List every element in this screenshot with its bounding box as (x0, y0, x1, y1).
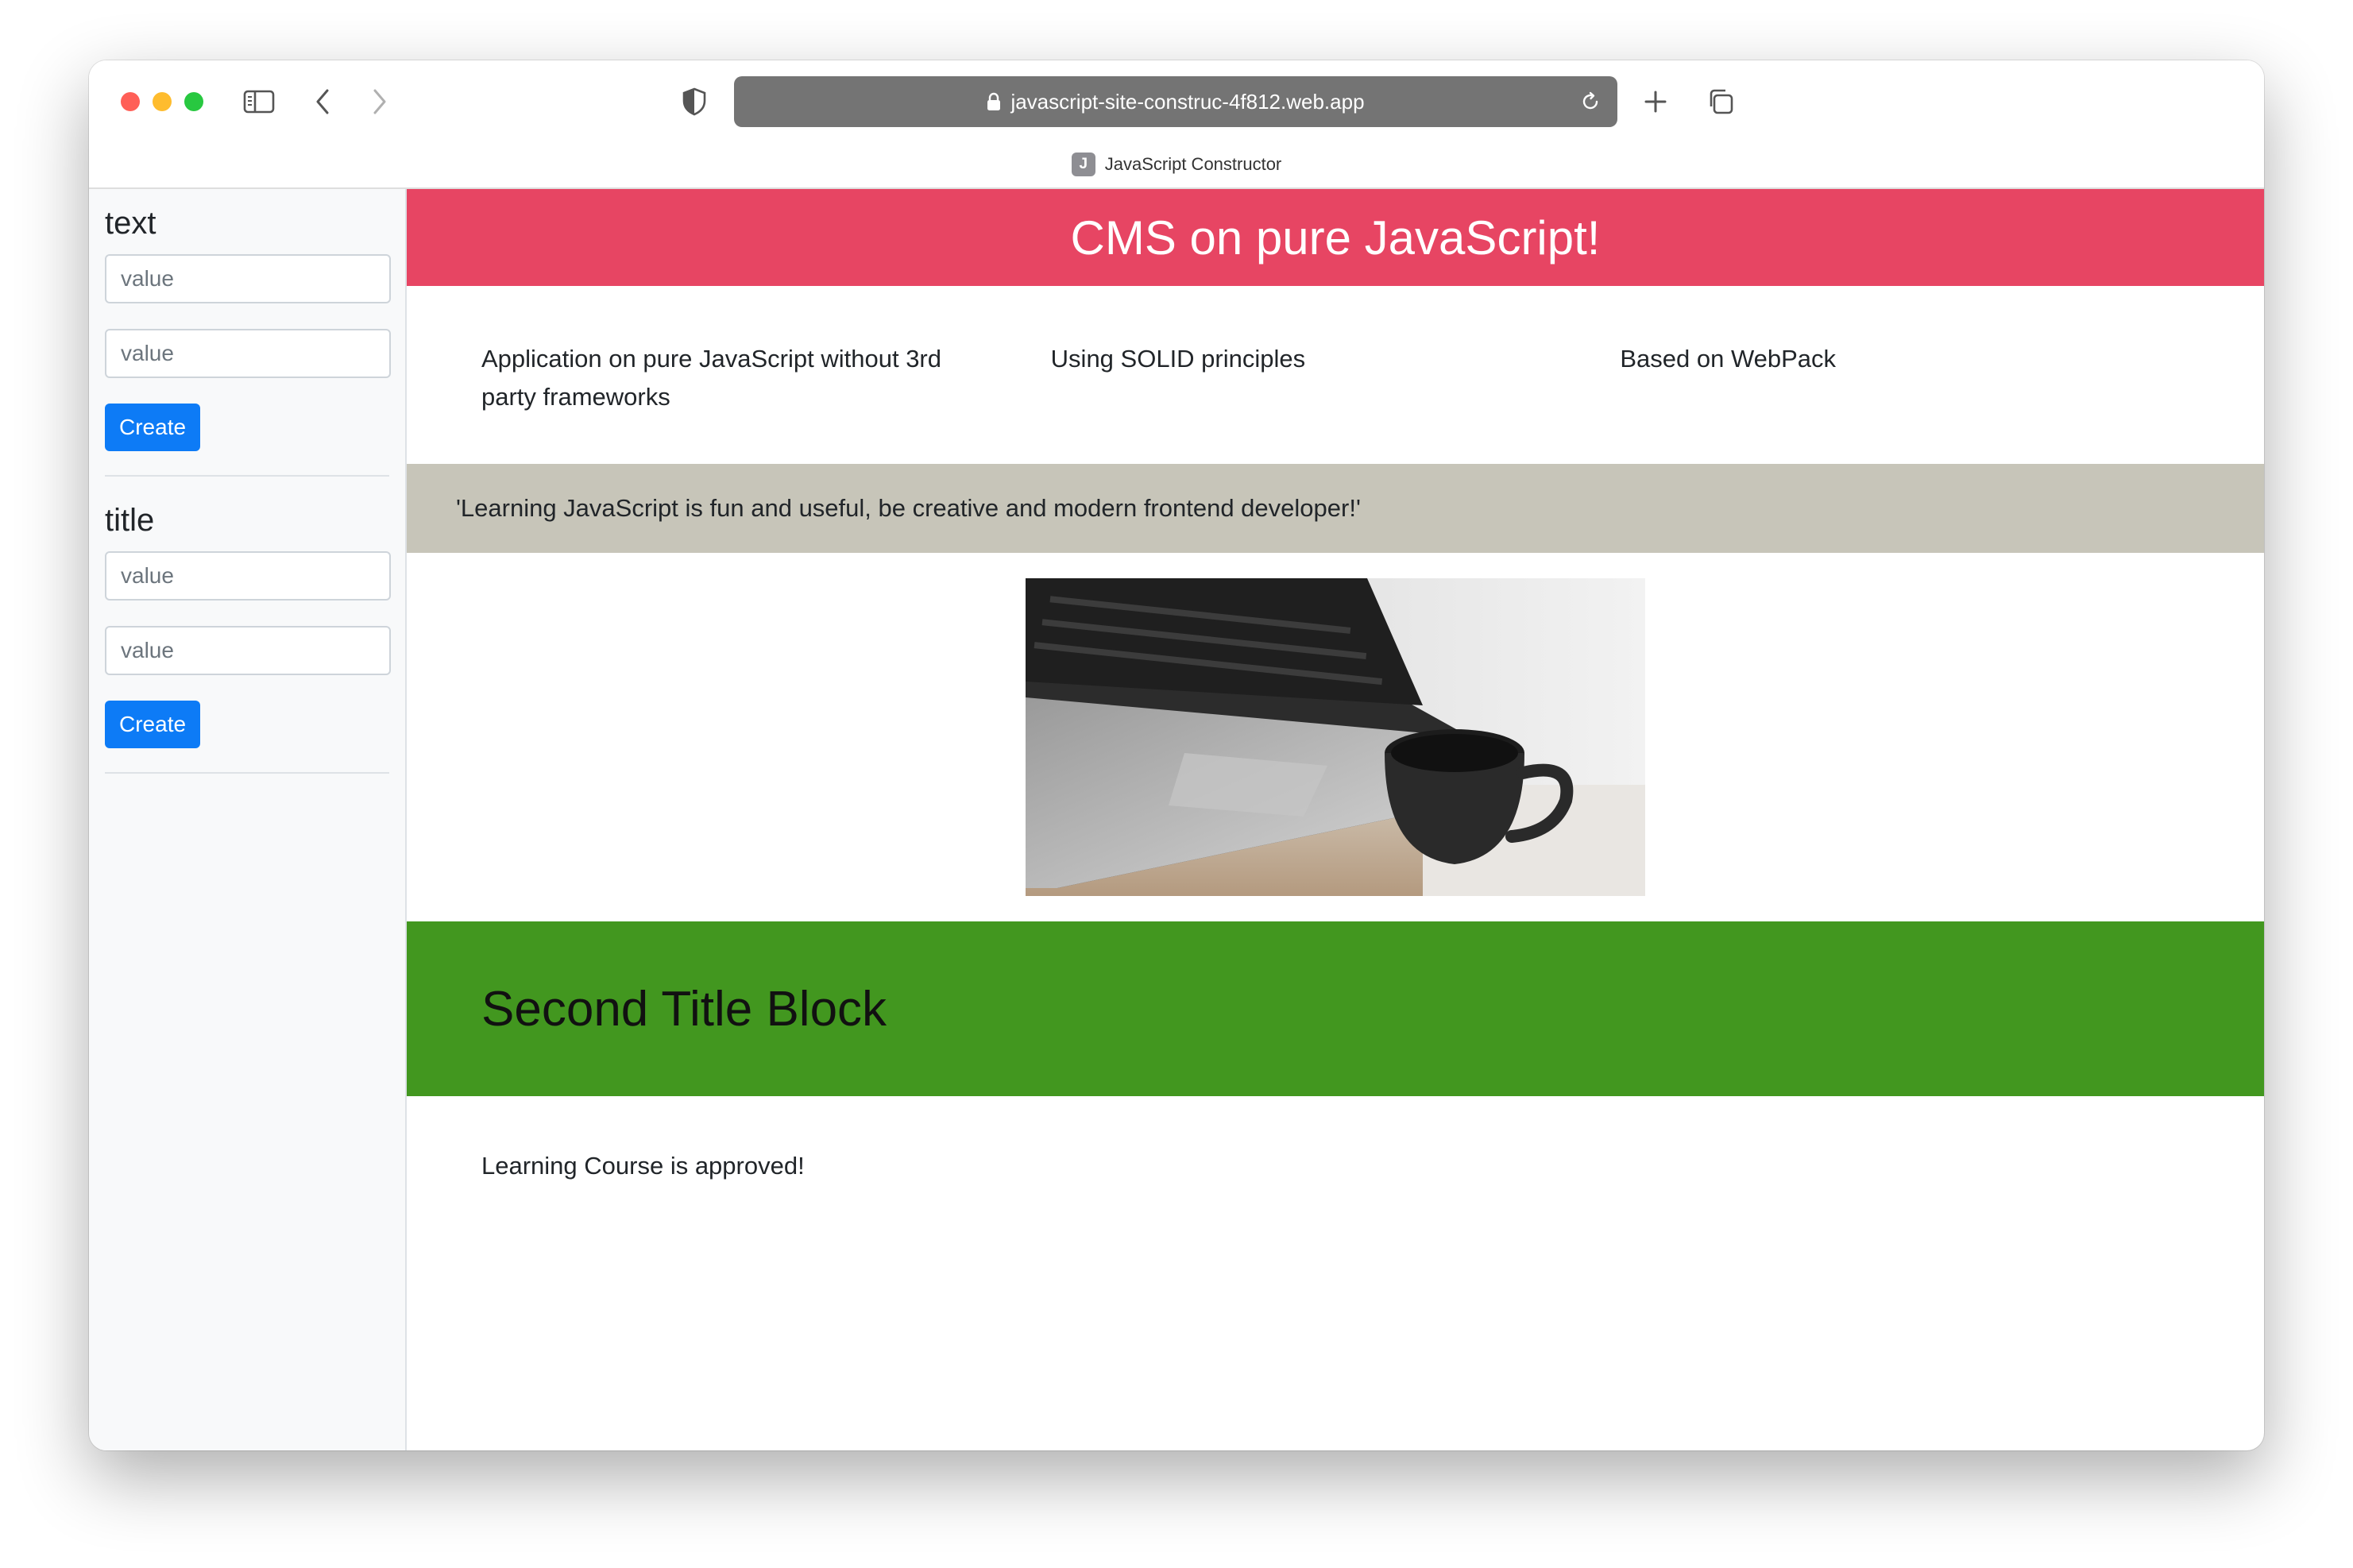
hero-title-block: CMS on pure JavaScript! (407, 189, 2264, 286)
reload-icon[interactable] (1579, 91, 1602, 118)
browser-toolbar: javascript-site-construc-4f812.web.app J (89, 60, 2264, 187)
text-value-input-2[interactable] (105, 329, 391, 378)
laptop-coffee-photo (1026, 578, 1645, 896)
text-value-input-1[interactable] (105, 254, 391, 303)
image-block (407, 553, 2264, 921)
approval-text: Learning Course is approved! (481, 1152, 805, 1180)
quote-text: 'Learning JavaScript is fun and useful, … (456, 494, 1361, 522)
lock-icon (987, 92, 1001, 111)
back-icon[interactable] (305, 84, 340, 119)
close-window-button[interactable] (121, 92, 140, 111)
quote-block: 'Learning JavaScript is fun and useful, … (407, 464, 2264, 553)
create-title-button[interactable]: Create (105, 701, 201, 748)
feature-column-2: Using SOLID principles (1050, 345, 1306, 373)
tab-title-text: JavaScript Constructor (1104, 154, 1282, 174)
approval-text-block: Learning Course is approved! (407, 1096, 2264, 1180)
page: text Create title Create CMS on pure Jav… (89, 189, 2264, 1450)
main-content: CMS on pure JavaScript! Application on p… (407, 189, 2264, 1450)
second-title: Second Title Block (481, 981, 887, 1037)
site-favicon: J (1071, 153, 1095, 176)
feature-column-3: Based on WebPack (1620, 345, 1837, 373)
title-form: title Create (105, 499, 391, 774)
second-title-block: Second Title Block (407, 921, 2264, 1096)
sidebar-toggle-icon[interactable] (241, 84, 276, 119)
create-text-button[interactable]: Create (105, 404, 201, 451)
sidebar: text Create title Create (89, 189, 407, 1450)
feature-columns: Application on pure JavaScript without 3… (407, 286, 2264, 464)
text-form: text Create (105, 202, 391, 477)
minimize-window-button[interactable] (153, 92, 172, 111)
forward-icon[interactable] (362, 84, 397, 119)
active-tab[interactable]: J JavaScript Constructor (89, 153, 2264, 176)
title-value-input-2[interactable] (105, 626, 391, 675)
tab-overview-icon[interactable] (1703, 84, 1738, 119)
privacy-shield-icon[interactable] (677, 84, 712, 119)
browser-window: javascript-site-construc-4f812.web.app J (89, 60, 2264, 1450)
zoom-window-button[interactable] (184, 92, 203, 111)
new-tab-icon[interactable] (1638, 84, 1673, 119)
address-bar[interactable]: javascript-site-construc-4f812.web.app (734, 76, 1617, 127)
text-form-heading: text (105, 206, 156, 241)
title-value-input-1[interactable] (105, 551, 391, 601)
url-text: javascript-site-construc-4f812.web.app (1010, 89, 1365, 114)
feature-column-1: Application on pure JavaScript without 3… (481, 345, 941, 411)
hero-title: CMS on pure JavaScript! (1070, 210, 1601, 265)
title-form-heading: title (105, 503, 155, 538)
